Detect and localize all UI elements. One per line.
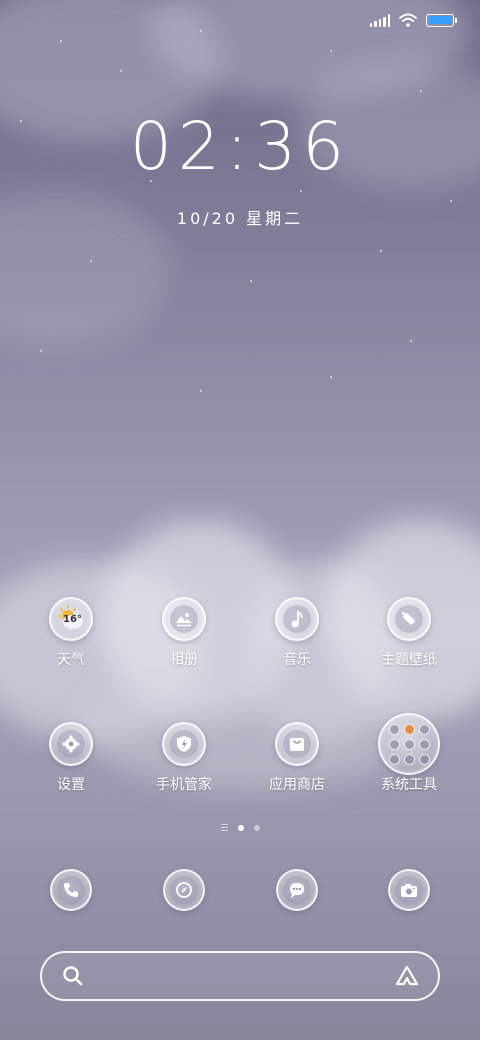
folder-system-tools[interactable]: 系统工具 bbox=[359, 713, 459, 794]
app-phone-manager[interactable]: 手机管家 bbox=[134, 722, 234, 794]
gallery-icon bbox=[162, 597, 206, 641]
shopping-bag-icon bbox=[275, 722, 319, 766]
battery-icon bbox=[426, 13, 457, 27]
cellular-signal-icon bbox=[369, 13, 390, 27]
theme-brush-icon bbox=[387, 597, 431, 641]
app-label: 设置 bbox=[57, 777, 85, 793]
lockscreen-date: 10/20 星期二 bbox=[176, 209, 304, 228]
battery-level bbox=[428, 16, 452, 24]
compass-icon[interactable] bbox=[163, 869, 205, 911]
camera-icon[interactable] bbox=[388, 869, 430, 911]
lockscreen-time: 02:36 bbox=[129, 108, 351, 185]
shield-icon bbox=[162, 722, 206, 766]
app-label: 相册 bbox=[170, 652, 198, 668]
app-weather[interactable]: 天气 bbox=[21, 597, 121, 669]
app-label: 系统工具 bbox=[381, 777, 437, 793]
page-indicator[interactable] bbox=[0, 824, 480, 831]
app-theme-wallpaper[interactable]: 主题壁纸 bbox=[359, 597, 459, 669]
weather-temp: 16° bbox=[63, 614, 82, 625]
search-icon[interactable] bbox=[62, 965, 84, 987]
app-label: 应用商店 bbox=[269, 777, 325, 793]
assistant-icon[interactable] bbox=[394, 964, 420, 988]
app-label: 天气 bbox=[57, 652, 85, 668]
wifi-icon bbox=[399, 13, 417, 27]
menu-lines-icon bbox=[220, 824, 228, 831]
page-dot-active bbox=[237, 824, 244, 831]
search-bar[interactable] bbox=[40, 951, 440, 1001]
page-dot bbox=[253, 824, 260, 831]
app-gallery[interactable]: 相册 bbox=[134, 597, 234, 669]
app-settings[interactable]: 设置 bbox=[21, 722, 121, 794]
app-store[interactable]: 应用商店 bbox=[247, 722, 347, 794]
app-label: 手机管家 bbox=[156, 777, 212, 793]
phone-icon[interactable] bbox=[50, 869, 92, 911]
app-label: 主题壁纸 bbox=[381, 652, 437, 668]
music-note-icon bbox=[275, 597, 319, 641]
app-label: 音乐 bbox=[283, 652, 311, 668]
app-music[interactable]: 音乐 bbox=[247, 597, 347, 669]
gear-icon bbox=[49, 722, 93, 766]
status-bar bbox=[369, 10, 457, 30]
folder-icon bbox=[378, 713, 440, 775]
message-icon[interactable] bbox=[276, 869, 318, 911]
